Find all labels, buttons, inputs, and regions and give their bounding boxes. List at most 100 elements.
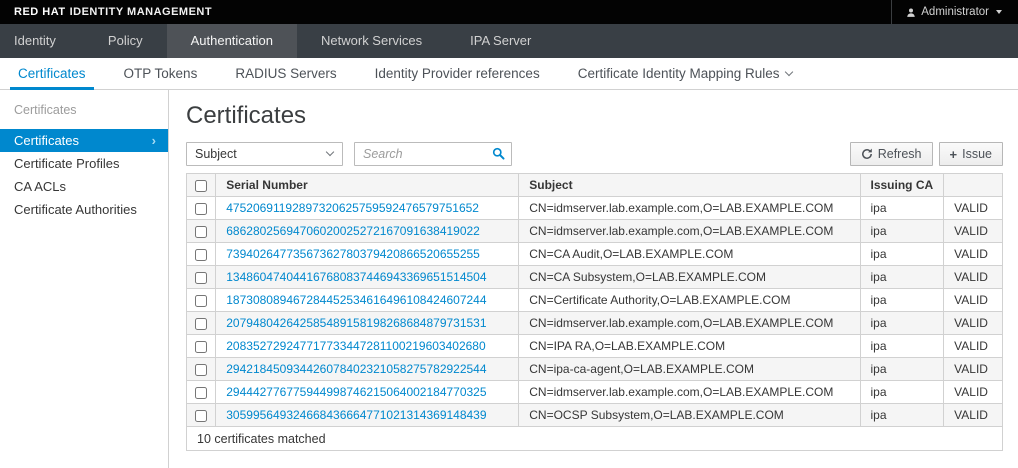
- subject-cell: CN=Certificate Authority,O=LAB.EXAMPLE.C…: [518, 288, 861, 312]
- issuing-ca-cell: ipa: [859, 265, 945, 289]
- column-header-subject: Subject: [518, 173, 861, 197]
- issuing-ca-cell: ipa: [859, 219, 945, 243]
- subject-cell: CN=OCSP Subsystem,O=LAB.EXAMPLE.COM: [518, 403, 861, 427]
- status-cell: VALID: [943, 403, 1003, 427]
- sidebar: Certificates Certificates › Certificate …: [0, 90, 169, 468]
- subject-cell: CN=idmserver.lab.example.com,O=LAB.EXAMP…: [518, 380, 861, 404]
- search-attribute-select[interactable]: Subject: [186, 142, 343, 166]
- row-checkbox[interactable]: [195, 225, 208, 238]
- column-header-issuing-ca: Issuing CA: [859, 173, 945, 197]
- sidebar-item-certificate-authorities[interactable]: Certificate Authorities: [0, 198, 168, 221]
- row-checkbox[interactable]: [195, 340, 208, 353]
- subject-cell: CN=idmserver.lab.example.com,O=LAB.EXAMP…: [518, 219, 861, 243]
- brand-strong: RED HAT: [14, 6, 66, 18]
- row-checkbox[interactable]: [195, 386, 208, 399]
- row-checkbox[interactable]: [195, 202, 208, 215]
- column-header-serial: Serial Number: [215, 173, 520, 197]
- masthead: RED HAT IDENTITY MANAGEMENT Administrato…: [0, 0, 1018, 24]
- search-input[interactable]: [354, 142, 512, 166]
- status-cell: VALID: [943, 334, 1003, 358]
- action-buttons: Refresh + Issue: [849, 142, 1003, 166]
- issuing-ca-cell: ipa: [859, 311, 945, 335]
- brand-light: IDENTITY MANAGEMENT: [69, 6, 213, 18]
- tab-certificates[interactable]: Certificates: [10, 58, 94, 90]
- nav-item-authentication[interactable]: Authentication: [166, 24, 298, 58]
- select-all-checkbox[interactable]: [195, 179, 208, 192]
- tab-identity-provider-references[interactable]: Identity Provider references: [367, 58, 548, 89]
- issue-button[interactable]: + Issue: [938, 142, 1003, 166]
- issuing-ca-cell: ipa: [859, 288, 945, 312]
- status-cell: VALID: [943, 311, 1003, 335]
- secondary-tabbar: Certificates OTP Tokens RADIUS Servers I…: [0, 58, 1018, 90]
- subject-cell: CN=ipa-ca-agent,O=LAB.EXAMPLE.COM: [518, 357, 861, 381]
- table-row: 208352729247717733447281100219603402680 …: [185, 334, 1003, 358]
- caret-down-icon: [996, 10, 1002, 14]
- plus-icon: +: [949, 146, 958, 162]
- tab-otp-tokens[interactable]: OTP Tokens: [116, 58, 206, 89]
- table-row: 305995649324668436664771021314369148439 …: [185, 403, 1003, 427]
- serial-link[interactable]: 305995649324668436664771021314369148439: [226, 408, 486, 422]
- issuing-ca-cell: ipa: [859, 403, 945, 427]
- refresh-icon: [861, 148, 873, 160]
- sidebar-item-certificate-profiles[interactable]: Certificate Profiles: [0, 152, 168, 175]
- chevron-down-icon: [325, 147, 335, 157]
- status-cell: VALID: [943, 265, 1003, 289]
- serial-link[interactable]: 47520691192897320625759592476579751652: [226, 201, 479, 215]
- sidebar-item-label: CA ACLs: [14, 179, 67, 194]
- nav-item-ipa-server[interactable]: IPA Server: [446, 24, 555, 58]
- serial-link[interactable]: 73940264773567362780379420866520655255: [226, 247, 480, 261]
- redhat-logo: RED HAT IDENTITY MANAGEMENT: [0, 6, 212, 18]
- sidebar-group-label: Certificates: [14, 103, 77, 117]
- table-row: 187308089467284452534616496108424607244 …: [185, 288, 1003, 312]
- nav-item-network-services[interactable]: Network Services: [297, 24, 446, 58]
- row-checkbox[interactable]: [195, 294, 208, 307]
- row-checkbox[interactable]: [195, 248, 208, 261]
- row-checkbox[interactable]: [195, 363, 208, 376]
- tab-radius-servers[interactable]: RADIUS Servers: [227, 58, 344, 89]
- status-cell: VALID: [943, 288, 1003, 312]
- issue-label: Issue: [962, 147, 992, 161]
- serial-link[interactable]: 294442776775944998746215064002184770325: [226, 385, 486, 399]
- serial-link[interactable]: 68628025694706020025272167091638419022: [226, 224, 480, 238]
- primary-nav: Identity Policy Authentication Network S…: [0, 24, 1018, 58]
- search-icon[interactable]: [492, 147, 505, 165]
- status-cell: VALID: [943, 196, 1003, 220]
- refresh-button[interactable]: Refresh: [849, 142, 933, 166]
- main-content: Certificates Subject Search Refresh + Is…: [169, 90, 1018, 468]
- serial-link[interactable]: 294218450934426078402321058275782922544: [226, 362, 486, 376]
- row-checkbox[interactable]: [195, 271, 208, 284]
- table-header-row: Serial Number Subject Issuing CA: [185, 173, 1003, 197]
- chevron-right-icon: ›: [151, 133, 156, 148]
- tab-certificate-identity-mapping-rules[interactable]: Certificate Identity Mapping Rules: [570, 58, 800, 89]
- tab-label: Identity Provider references: [374, 66, 540, 81]
- serial-link[interactable]: 187308089467284452534616496108424607244: [226, 293, 486, 307]
- user-menu[interactable]: Administrator: [891, 0, 1018, 24]
- table-row: 73940264773567362780379420866520655255 C…: [185, 242, 1003, 266]
- user-icon: [906, 7, 916, 18]
- sidebar-item-ca-acls[interactable]: CA ACLs: [0, 175, 168, 198]
- table-row: 294218450934426078402321058275782922544 …: [185, 357, 1003, 381]
- serial-link[interactable]: 208352729247717733447281100219603402680: [226, 339, 485, 353]
- table-row: 294442776775944998746215064002184770325 …: [185, 380, 1003, 404]
- tab-label: OTP Tokens: [123, 66, 198, 81]
- table-row: 68628025694706020025272167091638419022 C…: [185, 219, 1003, 243]
- row-checkbox[interactable]: [195, 317, 208, 330]
- serial-link[interactable]: 134860474044167680837446943369651514504: [226, 270, 486, 284]
- row-checkbox[interactable]: [195, 409, 208, 422]
- subject-cell: CN=IPA RA,O=LAB.EXAMPLE.COM: [518, 334, 861, 358]
- sidebar-item-label: Certificate Profiles: [14, 156, 120, 171]
- subject-cell: CN=CA Subsystem,O=LAB.EXAMPLE.COM: [518, 265, 861, 289]
- select-value: Subject: [195, 147, 237, 161]
- tab-label: RADIUS Servers: [235, 66, 337, 81]
- nav-item-policy[interactable]: Policy: [84, 24, 167, 58]
- nav-item-identity[interactable]: Identity: [0, 24, 84, 58]
- status-cell: VALID: [943, 380, 1003, 404]
- chevron-down-icon: [784, 67, 793, 77]
- issuing-ca-cell: ipa: [859, 242, 945, 266]
- matched-count: 10 certificates matched: [186, 426, 1003, 451]
- table-summary-row: 10 certificates matched: [186, 426, 1003, 451]
- table-row: 47520691192897320625759592476579751652 C…: [185, 196, 1003, 220]
- sidebar-item-certificates[interactable]: Certificates ›: [0, 129, 168, 152]
- serial-link[interactable]: 207948042642585489158198268684879731531: [226, 316, 486, 330]
- tab-label: Certificate Identity Mapping Rules: [577, 66, 780, 81]
